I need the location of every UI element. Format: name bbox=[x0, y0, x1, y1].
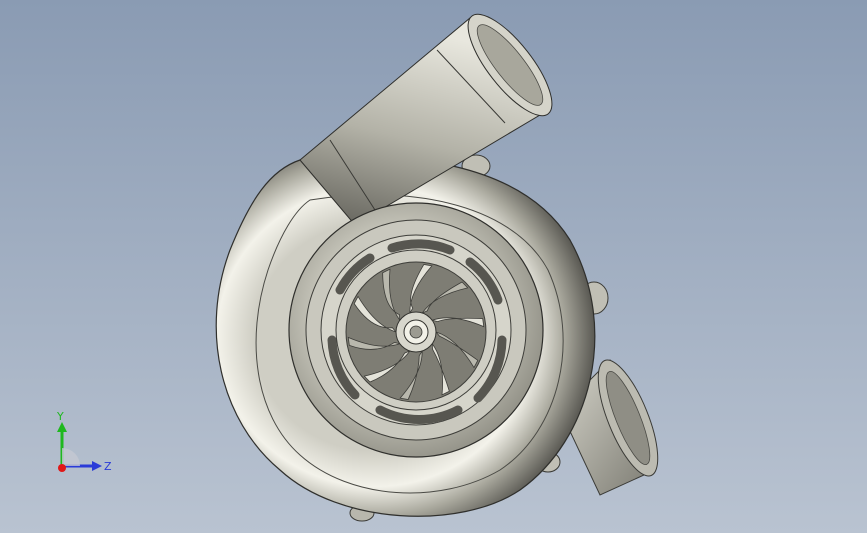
compressor-impeller bbox=[345, 261, 487, 403]
xy-plane-indicator bbox=[62, 448, 80, 466]
y-axis-label: Y bbox=[56, 410, 64, 423]
turbocharger-model[interactable] bbox=[0, 0, 867, 533]
view-triad[interactable]: Y Z bbox=[40, 408, 130, 488]
graphics-viewport[interactable]: Y Z bbox=[0, 0, 867, 533]
x-axis-origin bbox=[58, 464, 66, 472]
z-axis-label: Z bbox=[104, 460, 112, 473]
